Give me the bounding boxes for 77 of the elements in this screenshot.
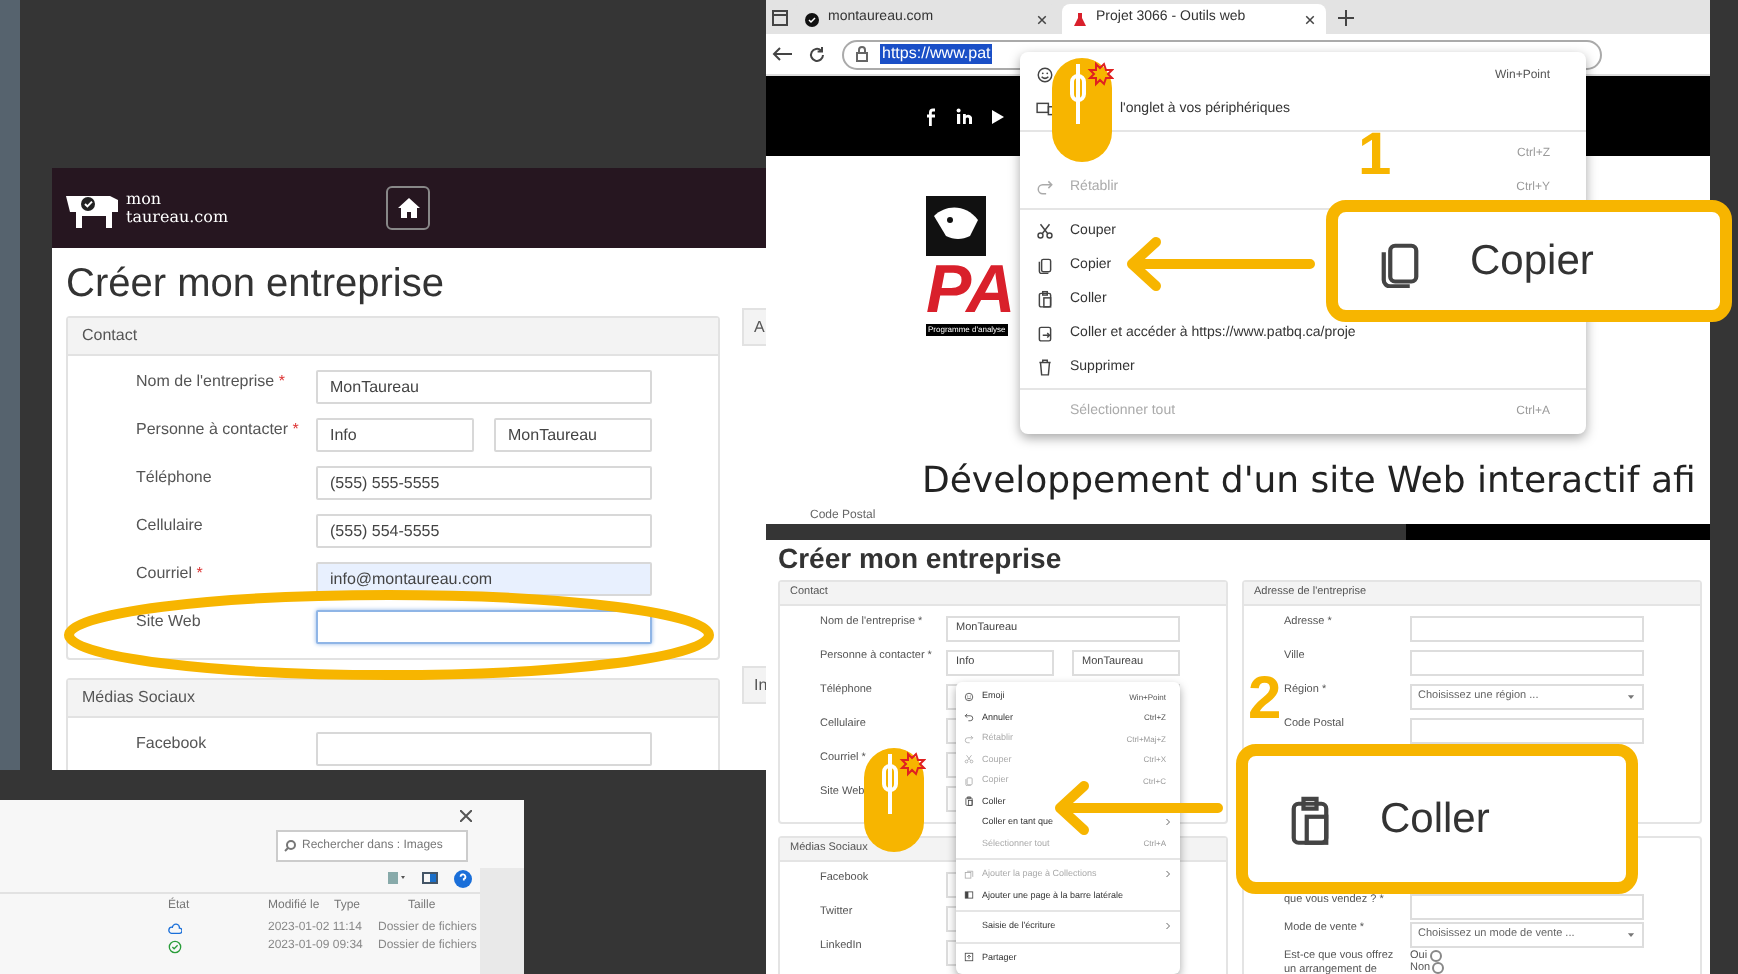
home-icon [397,198,420,218]
section-header: Contact [68,318,718,356]
help-icon[interactable] [454,869,472,887]
form-label: Site Web [134,610,203,634]
step-number: 1 [1358,124,1392,188]
facebook-icon[interactable] [926,107,936,125]
share-icon [964,952,974,963]
logo-letters: PA [926,256,1016,324]
preview-pane-icon[interactable] [422,872,438,884]
clipboard-icon [1036,290,1054,308]
bull-head-icon [926,196,986,256]
page-heading: Créer mon entreprise [66,260,446,308]
input-field[interactable] [1410,650,1644,676]
cloud-icon [168,922,182,936]
scissors-icon [964,754,974,765]
section-header: A [742,308,766,346]
trash-icon [1036,358,1054,376]
smiley-icon [964,691,974,702]
linkedin-icon[interactable] [956,108,972,124]
input-field[interactable]: MonTaureau [494,418,652,452]
menu-item[interactable] [1036,66,1054,84]
redo-icon [1036,178,1054,196]
input-field[interactable] [1410,718,1644,744]
search-icon [284,840,296,852]
radio-button[interactable] [1432,962,1445,974]
form-label: Nom de l'entreprise * [134,370,287,394]
smiley-icon [1036,66,1054,84]
section-header: In [742,666,766,704]
caret-icon [1626,692,1636,702]
play-icon[interactable] [992,109,1004,123]
form-label: Téléphone [134,466,214,490]
input-field[interactable]: info@montaureau.com [316,562,652,596]
reload-icon[interactable] [808,45,826,63]
copy-icon [964,775,974,786]
check-circle-icon [168,940,182,954]
devices-icon [1036,100,1054,118]
scissors-icon [1036,222,1054,240]
close-icon [1036,13,1048,25]
input-field[interactable]: (555) 554-5555 [316,514,652,548]
close-icon [1304,13,1316,25]
collections-icon [964,869,974,880]
step-number: 2 [1248,668,1282,732]
selected-url-text: https://www.pat [880,44,993,64]
page-heading: Développement d'un site Web interactif afi [922,460,1696,504]
form-label: Facebook [134,732,209,756]
input-field[interactable]: (555) 555-5555 [316,466,652,500]
logo-text: taureau.com [126,208,229,226]
input-field[interactable] [1410,616,1644,642]
callout-tooltip: Copier [1326,200,1732,322]
undo-icon [964,712,974,723]
view-options-icon[interactable] [388,872,406,884]
clipboard-icon [964,796,974,807]
form-label: Personne à contacter * [134,418,301,442]
callout-tooltip: Coller [1236,744,1638,894]
tab-actions-icon [772,10,788,26]
new-tab-icon[interactable] [1338,10,1354,26]
lock-icon [856,46,868,62]
caret-icon [1626,930,1636,940]
form-label: Courriel * [134,562,205,586]
flask-icon [1072,11,1088,27]
close-icon[interactable] [460,810,472,822]
logo-text: mon [126,190,164,208]
input-field[interactable] [316,610,652,644]
sidebar-icon [964,890,974,901]
redo-icon [964,733,974,744]
form-label: Cellulaire [134,514,205,538]
input-field[interactable] [1410,894,1644,920]
section-header: Médias Sociaux [68,680,718,718]
home-button[interactable] [386,186,431,230]
input-field[interactable]: MonTaureau [316,370,652,404]
back-arrow-icon[interactable] [772,46,792,62]
input-field[interactable]: Info [316,418,474,452]
copy-icon [1036,256,1054,274]
check-circle-icon [804,11,820,27]
page-heading: Créer mon entreprise [778,542,1064,574]
radio-button[interactable] [1429,950,1442,962]
input-field[interactable] [316,732,652,766]
